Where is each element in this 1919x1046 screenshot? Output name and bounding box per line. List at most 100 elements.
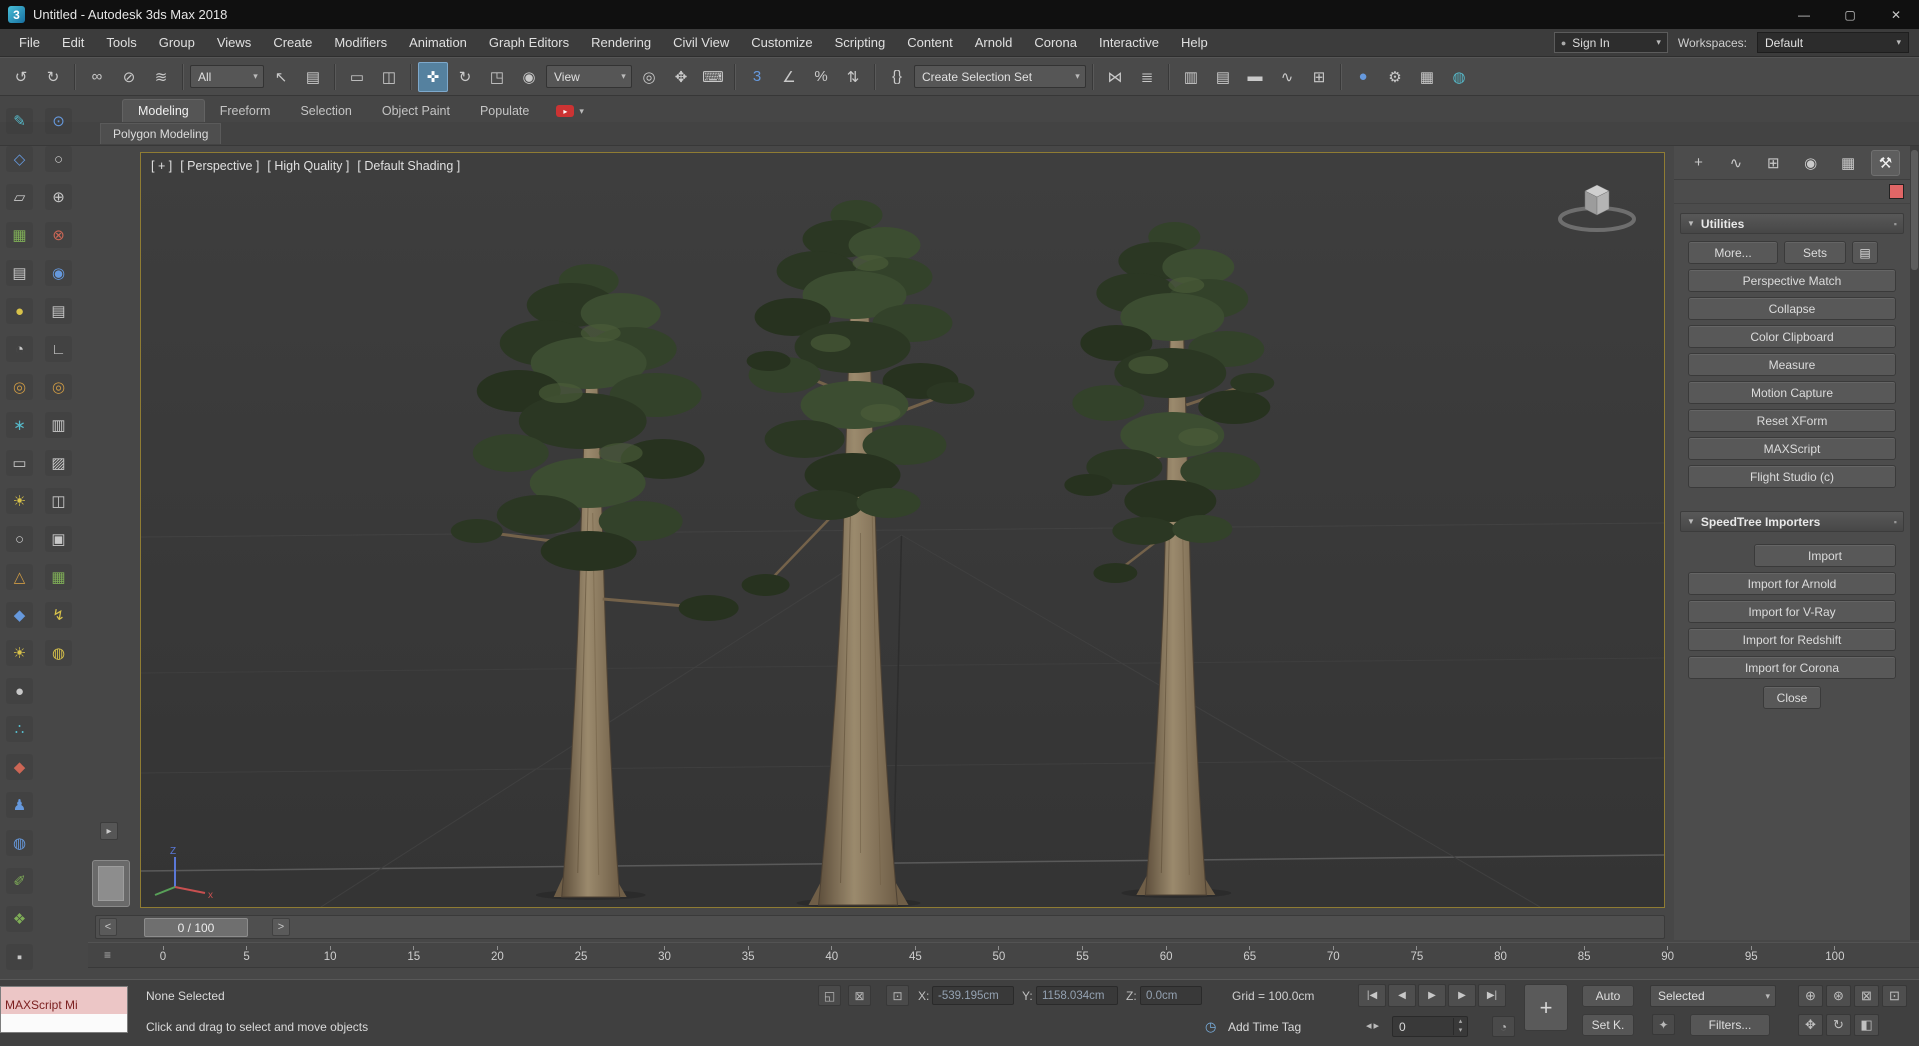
maxscript-button[interactable]: MAXScript	[1688, 437, 1896, 460]
time-configuration-icon[interactable]: ◔	[1492, 1016, 1515, 1037]
cone-icon[interactable]: △	[6, 564, 33, 590]
viewport-quality-menu[interactable]: [ High Quality ]	[267, 159, 349, 173]
menu-graph-editors[interactable]: Graph Editors	[478, 29, 580, 56]
modify-tab-icon[interactable]: ∿	[1721, 150, 1750, 176]
more-button[interactable]: More...	[1688, 241, 1778, 264]
spray-icon[interactable]: ∗	[6, 412, 33, 438]
menu-file[interactable]: File	[8, 29, 51, 56]
bulb-icon[interactable]: ◍	[45, 640, 72, 666]
menu-arnold[interactable]: Arnold	[964, 29, 1024, 56]
close-button[interactable]: ✕	[1873, 0, 1919, 29]
menu-group[interactable]: Group	[148, 29, 206, 56]
select-and-move-icon[interactable]: ✜	[418, 61, 448, 92]
view-cube[interactable]	[1554, 175, 1640, 237]
speedtree-rollout-header[interactable]: ▼ SpeedTree Importers ▪	[1680, 511, 1904, 532]
polygon-icon[interactable]: ◇	[6, 146, 33, 172]
align-icon[interactable]: ≣	[1132, 62, 1162, 92]
workspace-dropdown[interactable]: Default ▾	[1757, 32, 1909, 53]
select-and-manipulate-icon[interactable]: ✥	[666, 62, 696, 92]
perspective-match-button[interactable]: Perspective Match	[1688, 269, 1896, 292]
select-and-place-icon[interactable]: ◉	[514, 62, 544, 92]
grid-icon[interactable]: ▦	[6, 222, 33, 248]
menu-help[interactable]: Help	[1170, 29, 1219, 56]
maxscript-mini-listener[interactable]: MAXScript Mi	[0, 986, 128, 1033]
previous-frame-arrow[interactable]: <	[99, 918, 117, 936]
ball-icon[interactable]: ◍	[6, 830, 33, 856]
go-to-start-button[interactable]: |◀	[1358, 984, 1386, 1007]
foliage-icon[interactable]: ❖	[6, 906, 33, 932]
menu-scripting[interactable]: Scripting	[824, 29, 897, 56]
tab-selection[interactable]: Selection	[285, 100, 366, 122]
key-filters-selection-dropdown[interactable]: Selected ▾	[1650, 985, 1776, 1007]
angle-snap-icon[interactable]: ∠	[774, 62, 804, 92]
y-coordinate-field[interactable]: 1158.034cm	[1036, 986, 1118, 1005]
ring-icon[interactable]: ◎	[45, 374, 72, 400]
frame-spinner[interactable]: ▴ ▾	[1453, 1018, 1467, 1035]
render-production-icon[interactable]: ◍	[1444, 62, 1474, 92]
current-frame-field[interactable]: 0 ▴ ▾	[1392, 1016, 1468, 1037]
menu-edit[interactable]: Edit	[51, 29, 95, 56]
brush-icon[interactable]: ✐	[6, 868, 33, 894]
select-and-scale-icon[interactable]: ◳	[482, 62, 512, 92]
sun-icon[interactable]: ☀	[6, 640, 33, 666]
set-keys-button[interactable]: +	[1524, 984, 1568, 1031]
snaps-toggle-icon[interactable]: 3	[742, 62, 772, 92]
frame-step-arrows[interactable]: ◂▸	[1366, 1019, 1381, 1032]
object-color-swatch[interactable]	[1889, 184, 1904, 199]
next-frame-button[interactable]: ▶	[1448, 984, 1476, 1007]
menu-tools[interactable]: Tools	[95, 29, 147, 56]
sheet-icon[interactable]: ▥	[45, 412, 72, 438]
menu-content[interactable]: Content	[896, 29, 964, 56]
track-bar[interactable]: ≡ 0 5 10 15 20 25 30 35 40 45 50 55 60 6…	[88, 942, 1919, 968]
zoom-region-icon[interactable]: ⊡	[1882, 985, 1907, 1007]
undo-icon[interactable]: ↺	[6, 62, 36, 92]
x-coordinate-field[interactable]: -539.195cm	[932, 986, 1014, 1005]
collapse-button[interactable]: Collapse	[1688, 297, 1896, 320]
scene-explorer-icon[interactable]: ▥	[1176, 62, 1206, 92]
rectangular-selection-icon[interactable]: ▭	[342, 62, 372, 92]
previous-frame-button[interactable]: ◀	[1388, 984, 1416, 1007]
select-by-name-icon[interactable]: ▤	[298, 62, 328, 92]
magnifier-icon[interactable]: ⊙	[45, 108, 72, 134]
checker-icon[interactable]: ▨	[45, 450, 72, 476]
auto-key-button[interactable]: Auto	[1582, 985, 1634, 1007]
schematic-view-icon[interactable]: ⊞	[1304, 62, 1334, 92]
reference-coordinate-dropdown[interactable]: View ▾	[546, 65, 632, 88]
rollout-grip-icon[interactable]: ▪	[1894, 219, 1897, 229]
zoom-extents-icon[interactable]: ⊠	[1854, 985, 1879, 1007]
utilities-tab-icon[interactable]: ⚒	[1870, 149, 1900, 176]
select-and-link-icon[interactable]: ∞	[82, 62, 112, 92]
scatter-icon[interactable]: ∴	[6, 716, 33, 742]
unlink-selection-icon[interactable]: ⊘	[114, 62, 144, 92]
window-crossing-icon[interactable]: ◫	[374, 62, 404, 92]
panel-icon[interactable]: ▣	[45, 526, 72, 552]
viewport-layout-tab[interactable]	[92, 860, 130, 907]
set-key-mode-button[interactable]: Set K.	[1582, 1014, 1634, 1036]
tab-modeling[interactable]: Modeling	[122, 99, 205, 122]
named-selection-set-combo[interactable]: Create Selection Set ▾	[914, 65, 1086, 88]
menu-corona[interactable]: Corona	[1023, 29, 1088, 56]
redo-icon[interactable]: ↻	[38, 62, 68, 92]
motion-capture-button[interactable]: Motion Capture	[1688, 381, 1896, 404]
absolute-offset-mode-icon[interactable]: ⊡	[886, 985, 909, 1006]
sphere-icon[interactable]: ●	[6, 678, 33, 704]
zoom-all-icon[interactable]: ⊛	[1826, 985, 1851, 1007]
menu-animation[interactable]: Animation	[398, 29, 478, 56]
motion-tab-icon[interactable]: ◉	[1796, 150, 1825, 176]
next-frame-arrow[interactable]: >	[272, 918, 290, 936]
tool-icon[interactable]: ⊗	[45, 222, 72, 248]
z-coordinate-field[interactable]: 0.0cm	[1140, 986, 1202, 1005]
import-for-redshift-button[interactable]: Import for Redshift	[1688, 628, 1896, 651]
minimize-button[interactable]: —	[1781, 0, 1827, 29]
zoom-icon[interactable]: ⊕	[1798, 985, 1823, 1007]
curve-editor-icon[interactable]: ∿	[1272, 62, 1302, 92]
person-icon[interactable]: ◉	[45, 260, 72, 286]
circle-icon[interactable]: ○	[6, 526, 33, 552]
tab-populate[interactable]: Populate	[465, 100, 544, 122]
swatch-icon[interactable]: ▪	[6, 944, 33, 970]
rectangle-icon[interactable]: ▭	[6, 450, 33, 476]
key-filter-icon[interactable]: ✦	[1652, 1014, 1675, 1035]
close-rollout-button[interactable]: Close	[1763, 686, 1821, 709]
time-slider[interactable]: < 0 / 100 >	[95, 915, 1665, 939]
menu-interactive[interactable]: Interactive	[1088, 29, 1170, 56]
